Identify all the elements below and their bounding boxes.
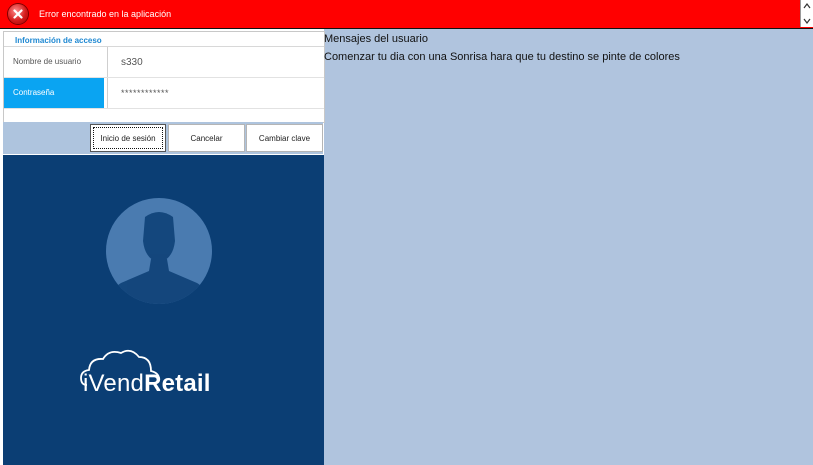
password-row: Contraseña — [4, 78, 325, 109]
error-message: Error encontrado en la aplicación — [39, 9, 172, 19]
error-bar: Error encontrado en la aplicación — [0, 0, 813, 29]
user-avatar-icon — [106, 198, 212, 304]
password-field-wrap — [107, 78, 325, 108]
login-panel: Información de acceso Nombre de usuario … — [0, 29, 325, 465]
username-field-wrap — [107, 47, 325, 77]
error-x-icon — [8, 4, 28, 24]
brand-logo-text: iVendRetail — [83, 370, 211, 398]
login-button[interactable]: Inicio de sesión — [90, 124, 166, 152]
messages-body: Comenzar tu dia con una Sonrisa hara que… — [324, 51, 680, 63]
username-label: Nombre de usuario — [13, 57, 82, 66]
change-password-button[interactable]: Cambiar clave — [246, 124, 323, 152]
password-input[interactable] — [108, 78, 325, 108]
scroll-down-icon[interactable] — [803, 16, 811, 26]
button-bar: Inicio de sesión Cancelar Cambiar clave — [3, 122, 323, 154]
error-scrollbar[interactable] — [800, 0, 813, 27]
cancel-button[interactable]: Cancelar — [168, 124, 245, 152]
brand-panel: iVendRetail — [3, 155, 324, 465]
scroll-up-icon[interactable] — [803, 1, 811, 11]
username-input[interactable] — [108, 47, 325, 77]
password-label: Contraseña — [4, 78, 104, 108]
login-form: Información de acceso Nombre de usuario … — [3, 31, 325, 123]
username-row: Nombre de usuario — [4, 47, 325, 78]
section-title: Información de acceso — [15, 36, 102, 45]
brand-logo-light: iVend — [83, 370, 145, 397]
messages-title: Mensajes del usuario — [324, 33, 428, 45]
brand-logo-bold: Retail — [144, 370, 211, 397]
